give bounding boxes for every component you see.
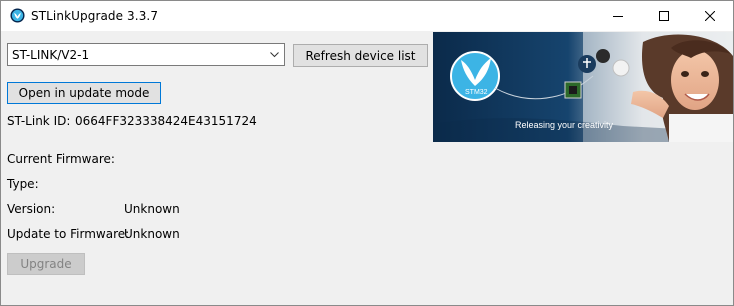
stlink-id-value: 0664FF323338424E43151724	[75, 114, 257, 128]
update-to-firmware-label: Update to Firmware:	[7, 227, 130, 241]
version-value: Unknown	[124, 202, 180, 216]
update-to-firmware-value: Unknown	[124, 227, 180, 241]
banner-artwork: STM32 Releasing your creativity	[433, 32, 733, 142]
refresh-device-list-button[interactable]: Refresh device list	[293, 44, 428, 67]
app-window: STLinkUpgrade 3.3.7 ST-LINK/V2-1 Refresh…	[0, 0, 734, 306]
maximize-icon	[659, 11, 669, 21]
chevron-down-icon	[270, 52, 279, 58]
current-firmware-label: Current Firmware:	[7, 152, 115, 166]
upgrade-button[interactable]: Upgrade	[7, 253, 85, 275]
minimize-button[interactable]	[595, 1, 641, 31]
close-icon	[705, 11, 715, 21]
minimize-icon	[613, 16, 623, 17]
type-label: Type:	[7, 177, 39, 191]
banner-brand-text: STM32	[465, 89, 488, 96]
device-select-value: ST-LINK/V2-1	[12, 48, 90, 62]
device-select[interactable]: ST-LINK/V2-1	[7, 43, 285, 66]
app-logo-icon	[10, 8, 25, 23]
maximize-button[interactable]	[641, 1, 687, 31]
open-update-mode-button[interactable]: Open in update mode	[7, 82, 161, 104]
st-banner-image: STM32 Releasing your creativity	[433, 32, 733, 142]
title-bar[interactable]: STLinkUpgrade 3.3.7	[1, 1, 733, 31]
window-title: STLinkUpgrade 3.3.7	[31, 9, 159, 23]
stlink-id-label: ST-Link ID:	[7, 114, 71, 128]
banner-tagline: Releasing your creativity	[515, 120, 614, 130]
close-button[interactable]	[687, 1, 733, 31]
version-label: Version:	[7, 202, 56, 216]
